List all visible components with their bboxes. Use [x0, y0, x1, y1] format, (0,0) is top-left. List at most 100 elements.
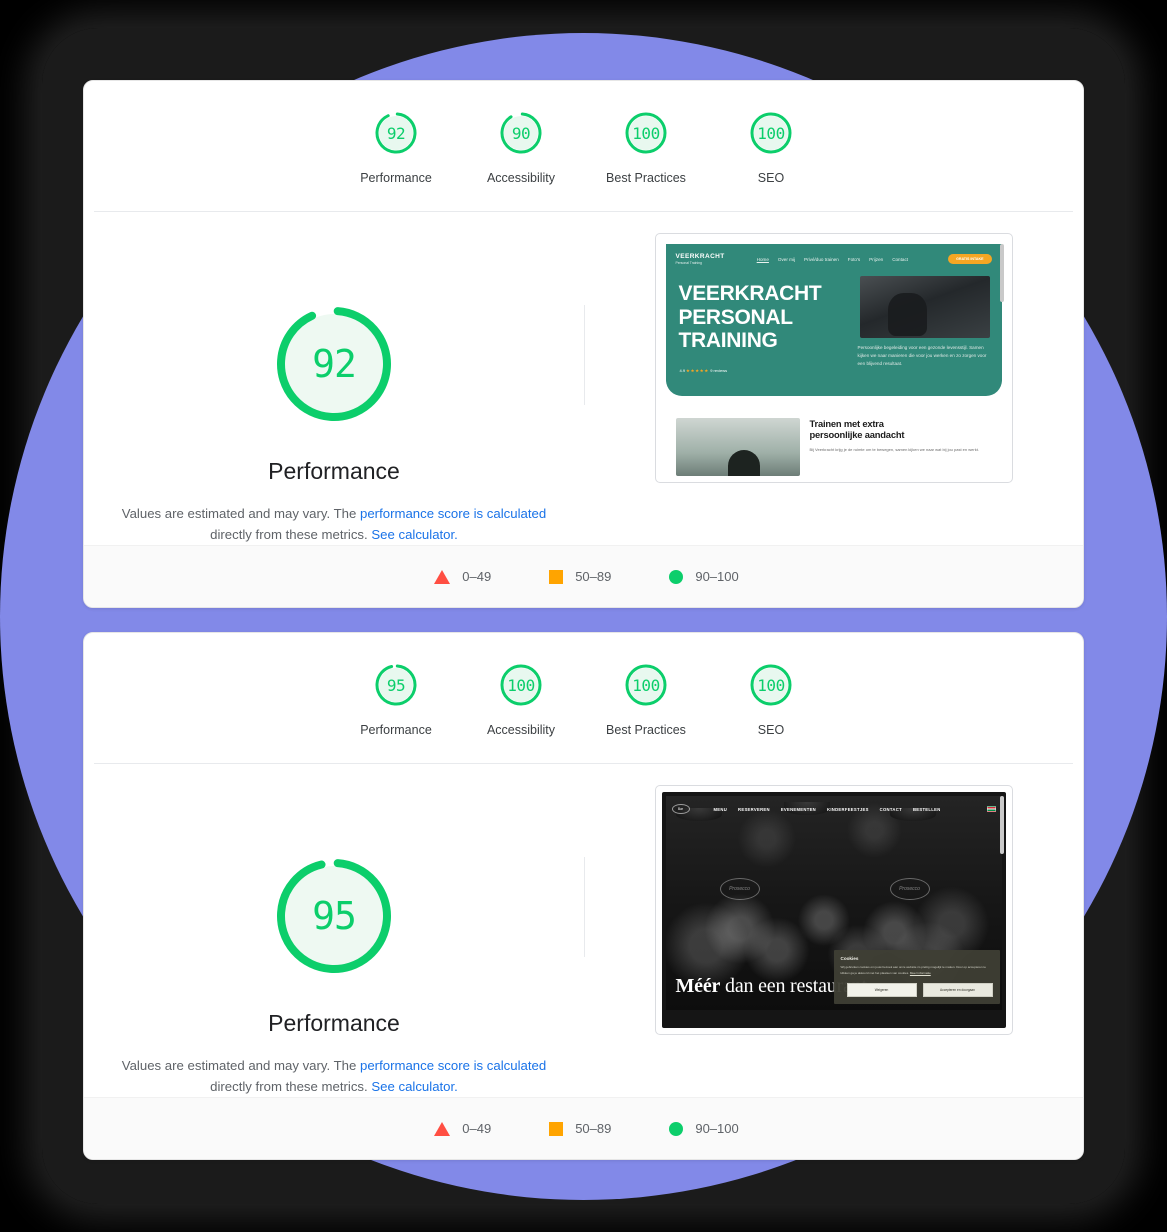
summary-score-value: 90	[511, 123, 531, 143]
summary-label: Performance	[360, 171, 432, 185]
nav-link: Home	[756, 256, 769, 262]
performance-detail-1: 92 Performance Values are estimated and …	[84, 212, 1083, 546]
nav-link: Contact	[892, 256, 909, 262]
see-calculator-link[interactable]: See calculator.	[371, 527, 458, 542]
site-hero-image	[859, 276, 990, 338]
legend-item-high: 90–100	[669, 569, 739, 584]
gauge-icon: 100	[497, 661, 545, 709]
summary-item-performance[interactable]: 95 Performance	[334, 661, 459, 737]
site-logo-secondary: Personal Training	[675, 261, 702, 265]
lighthouse-report-card-2: 95 Performance 100 Accessibility 100 Bes…	[83, 632, 1084, 1160]
square-icon	[549, 1121, 564, 1136]
nav-link: EVENEMENTEN	[780, 806, 816, 812]
cookie-more-info-link: Meer informatie	[909, 970, 931, 975]
performance-detail-2: 95 Performance Values are estimated and …	[84, 764, 1083, 1098]
description-middle: directly from these metrics.	[210, 1079, 372, 1095]
legend-label: 90–100	[695, 1121, 739, 1136]
nav-link: Prijzen	[869, 256, 884, 262]
summary-score-value: 100	[507, 675, 535, 695]
site-thumbnail-viewport: VEERKRACHT Personal Training Home Over m…	[661, 240, 1006, 476]
summary-score-value: 92	[386, 123, 406, 143]
legend-item-high: 90–100	[669, 1121, 739, 1136]
nav-link: KINDERFEESTJES	[827, 806, 869, 812]
score-legend-2: 0–49 50–89 90–100	[84, 1097, 1083, 1159]
cookie-decline-button: Weigeren	[846, 983, 917, 997]
summary-item-accessibility[interactable]: 90 Accessibility	[459, 109, 584, 185]
site-logo-primary: VEERKRACHT	[675, 253, 725, 260]
vertical-divider	[584, 305, 585, 405]
summary-label: Best Practices	[606, 171, 686, 185]
thumbnail-scrollbar[interactable]	[999, 244, 1004, 302]
legend-label: 0–49	[462, 1121, 492, 1136]
site-navbar: VEERKRACHT Personal Training Home Over m…	[666, 244, 1002, 265]
score-summary-row-1: 92 Performance 90 Accessibility 100 Best…	[84, 81, 1083, 185]
page-title: Performance	[268, 458, 400, 484]
language-flag-icon	[986, 806, 996, 812]
legend-label: 50–89	[575, 569, 612, 584]
legend-item-medium: 50–89	[549, 1121, 611, 1136]
gauge-icon: 92	[272, 302, 396, 426]
score-summary-row-2: 95 Performance 100 Accessibility 100 Bes…	[84, 633, 1083, 737]
cookie-banner: Cookies Wij gebruiken cookies om jouw be…	[833, 950, 1000, 1004]
summary-label: Performance	[360, 723, 432, 737]
legend-item-low: 0–49	[434, 1121, 491, 1136]
gauge-icon: 100	[747, 109, 795, 157]
page-title: Performance	[268, 1010, 400, 1036]
summary-item-best-practices[interactable]: 100 Best Practices	[584, 661, 709, 737]
gauge-icon: 95	[372, 661, 420, 709]
site-section: Trainen met extra persoonlijke aandacht B…	[662, 396, 1006, 476]
site-hero-paragraph: Persoonlijke begeleiding voor een gezond…	[857, 345, 987, 367]
summary-score-value: 100	[757, 675, 785, 695]
site-section-image	[675, 418, 800, 476]
performance-description: Values are estimated and may vary. The p…	[119, 1055, 549, 1098]
summary-score-value: 100	[632, 123, 660, 143]
performance-description: Values are estimated and may vary. The p…	[119, 503, 549, 546]
triangle-icon	[434, 1121, 451, 1136]
nav-link: MENU	[713, 806, 728, 812]
neon-sign: Prosecco	[889, 878, 930, 900]
description-middle: directly from these metrics.	[210, 527, 372, 543]
summary-item-seo[interactable]: 100 SEO	[709, 661, 834, 737]
summary-score-value: 100	[632, 675, 660, 695]
circle-icon	[669, 569, 684, 584]
performance-score-calculated-link[interactable]: performance score is calculated	[360, 506, 546, 521]
description-prefix: Values are estimated and may vary. The	[121, 1058, 361, 1073]
nav-link: Over mij	[777, 256, 796, 262]
nav-link: CONTACT	[879, 806, 902, 812]
summary-label: Accessibility	[486, 723, 556, 737]
gauge-icon: 100	[622, 661, 670, 709]
summary-label: SEO	[757, 723, 785, 737]
legend-label: 0–49	[462, 569, 492, 584]
legend-label: 50–89	[575, 1121, 612, 1136]
site-thumbnail-frame[interactable]: VEERKRACHT Personal Training Home Over m…	[654, 233, 1013, 483]
thumbnail-scrollbar[interactable]	[999, 796, 1004, 854]
see-calculator-link[interactable]: See calculator.	[371, 1079, 458, 1094]
circle-icon	[669, 1121, 684, 1136]
site-thumbnail-frame[interactable]: Prosecco Prosecco Bar MENU RESERVEREN EV…	[654, 785, 1013, 1035]
cookie-banner-title: Cookies	[840, 956, 859, 962]
site-cta-button: GRATIS INTAKE	[948, 254, 992, 264]
summary-item-best-practices[interactable]: 100 Best Practices	[584, 109, 709, 185]
neon-sign: Prosecco	[719, 878, 760, 900]
gauge-icon: 92	[372, 109, 420, 157]
gauge-icon: 95	[272, 854, 396, 978]
summary-item-seo[interactable]: 100 SEO	[709, 109, 834, 185]
legend-label: 90–100	[695, 569, 739, 584]
site-section-heading: Trainen met extra persoonlijke aandacht	[809, 418, 905, 441]
veerkracht-site-preview: VEERKRACHT Personal Training Home Over m…	[661, 244, 1006, 476]
site-screenshot-block: VEERKRACHT Personal Training Home Over m…	[584, 230, 1083, 546]
summary-item-accessibility[interactable]: 100 Accessibility	[459, 661, 584, 737]
site-navbar: Bar MENU RESERVEREN EVENEMENTEN KINDERFE…	[671, 804, 996, 814]
score-legend-1: 0–49 50–89 90–100	[84, 545, 1083, 607]
summary-score-value: 95	[386, 675, 406, 695]
site-hero: VEERKRACHT Personal Training Home Over m…	[665, 244, 1002, 396]
performance-score-calculated-link[interactable]: performance score is calculated	[360, 1058, 546, 1073]
hero-heading-bold: Méér	[675, 974, 721, 997]
nav-link: RESERVEREN	[738, 806, 770, 812]
site-section-paragraph: Bij Veerkracht krijg je de ruimte om te …	[809, 446, 979, 452]
performance-score-value: 95	[312, 894, 357, 938]
nav-link: BESTELLEN	[912, 806, 941, 812]
legend-item-medium: 50–89	[549, 569, 611, 584]
summary-label: SEO	[757, 171, 785, 185]
summary-item-performance[interactable]: 92 Performance	[334, 109, 459, 185]
